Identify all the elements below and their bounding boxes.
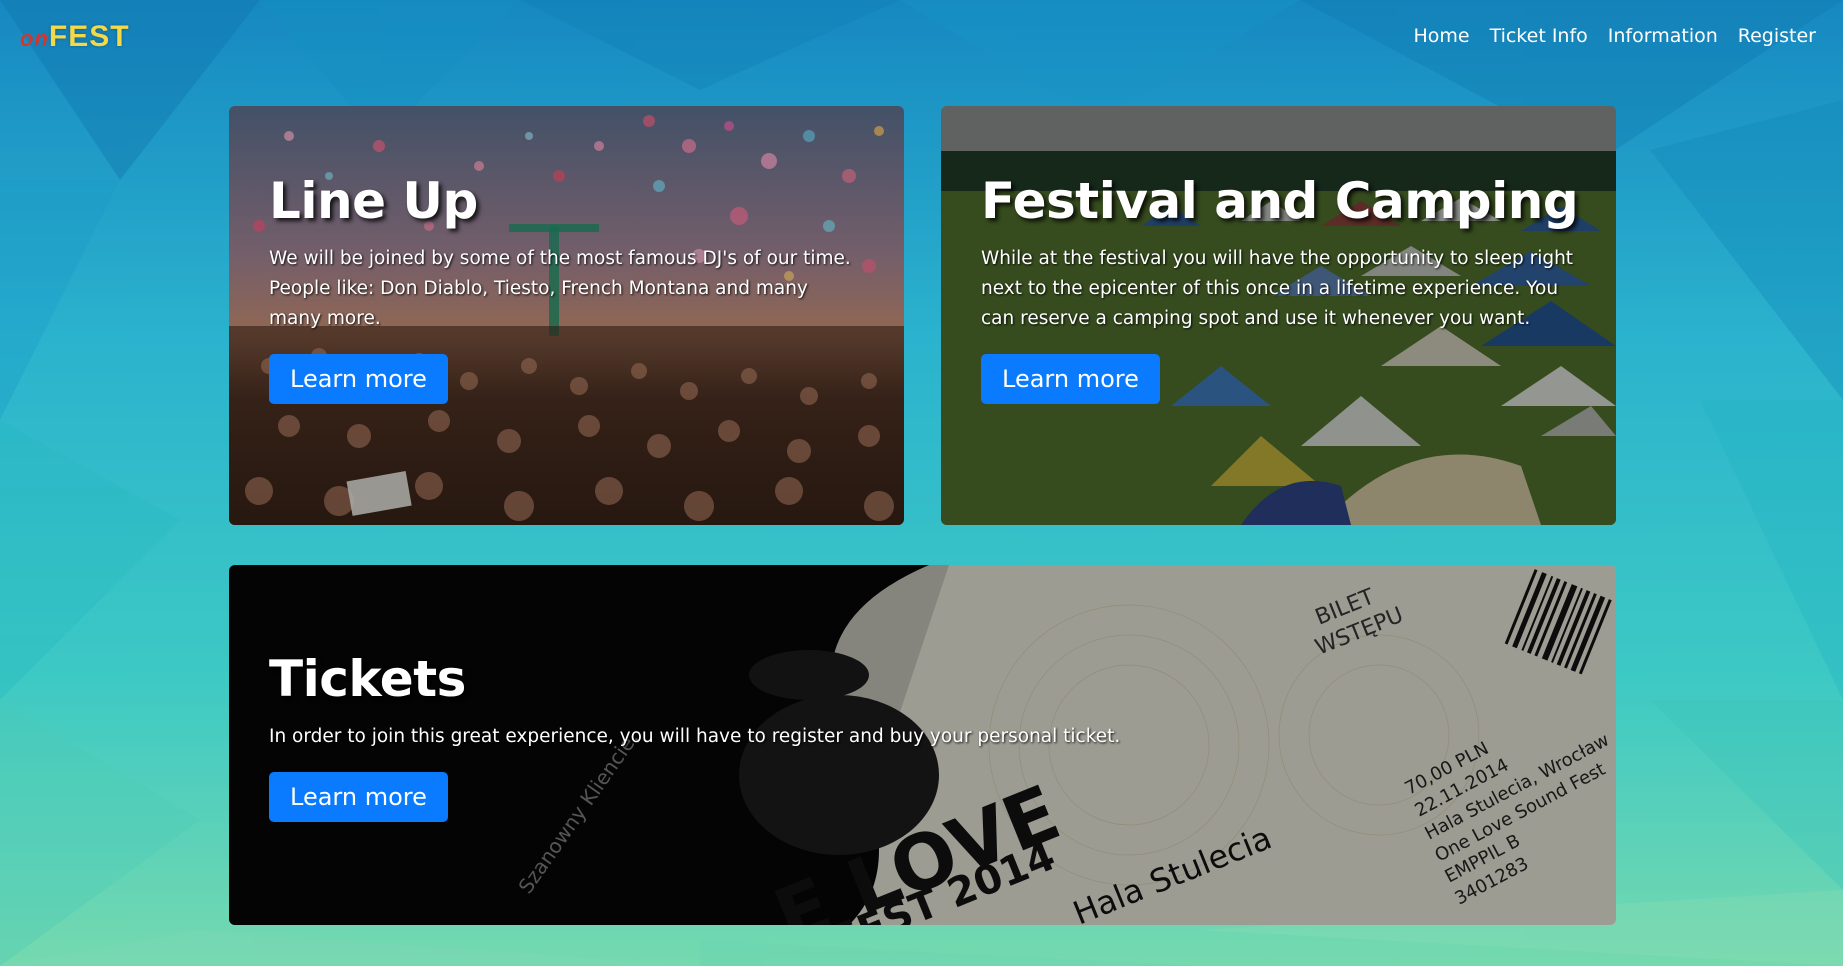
tickets-card: BILET WSTĘPU 70,00 PLN 22.11.2014 Hala S… — [229, 565, 1616, 925]
lineup-title: Line Up — [269, 172, 478, 230]
nav-link-register[interactable]: Register — [1738, 25, 1816, 47]
tickets-text: In order to join this great experience, … — [269, 726, 1121, 747]
lineup-card: Line Up We will be joined by some of the… — [229, 106, 904, 525]
logo-main: FEST — [48, 20, 130, 53]
navbar: onFEST Home Ticket Info Information Regi… — [0, 0, 1843, 78]
camping-content: Festival and Camping While at the festiv… — [981, 172, 1581, 404]
nav-link-ticket-info[interactable]: Ticket Info — [1490, 25, 1588, 47]
lineup-text: We will be joined by some of the most fa… — [269, 248, 851, 329]
nav-link-home[interactable]: Home — [1413, 25, 1469, 47]
tickets-title: Tickets — [269, 650, 466, 708]
tickets-learn-more-button[interactable]: Learn more — [269, 772, 448, 822]
logo-prefix: on — [20, 26, 49, 51]
camping-card: Festival and Camping While at the festiv… — [941, 106, 1616, 525]
logo[interactable]: onFEST — [20, 20, 130, 54]
nav-links: Home Ticket Info Information Register — [1413, 25, 1816, 47]
nav-link-information[interactable]: Information — [1608, 25, 1718, 47]
tickets-content: Tickets In order to join this great expe… — [269, 650, 1469, 822]
camping-learn-more-button[interactable]: Learn more — [981, 354, 1160, 404]
lineup-learn-more-button[interactable]: Learn more — [269, 354, 448, 404]
camping-text: While at the festival you will have the … — [981, 248, 1574, 329]
lineup-content: Line Up We will be joined by some of the… — [269, 172, 859, 404]
camping-title: Festival and Camping — [981, 172, 1579, 230]
